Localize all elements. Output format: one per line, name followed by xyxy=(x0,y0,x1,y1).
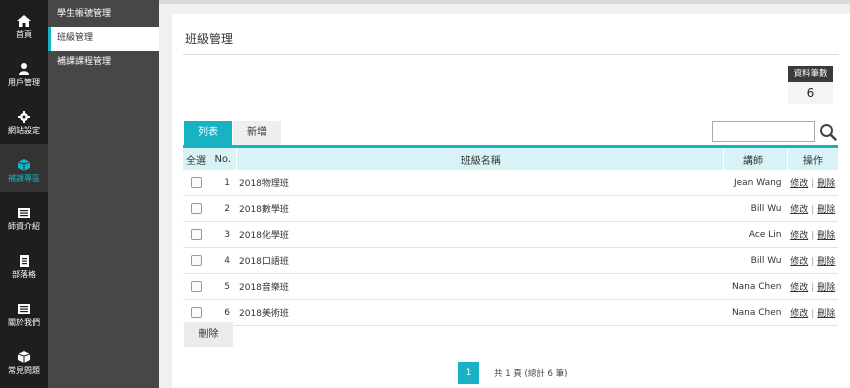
rail-label: 用戶管理 xyxy=(8,78,40,87)
rail-item-makeup[interactable]: 補課專區 xyxy=(0,144,48,192)
rail-label: 補課專區 xyxy=(8,174,40,183)
row-number: 4 xyxy=(209,247,236,274)
delete-link[interactable]: 刪除 xyxy=(817,283,835,293)
rail-item-home[interactable]: 首頁 xyxy=(0,0,48,48)
table-row: 1 2018物理班 Jean Wang 修改 | 刪除 xyxy=(183,170,838,196)
row-checkbox[interactable] xyxy=(190,229,202,240)
class-name: 2018音樂班 xyxy=(236,273,724,300)
user-icon xyxy=(19,63,29,75)
teacher-name: Jean Wang xyxy=(723,170,788,196)
class-name-header: 班級名稱 xyxy=(235,148,724,170)
home-icon xyxy=(17,15,31,27)
delete-link[interactable]: 刪除 xyxy=(817,309,835,319)
row-checkbox[interactable] xyxy=(190,255,202,266)
search-input[interactable] xyxy=(712,121,815,142)
rail-item-blog[interactable]: 部落格 xyxy=(0,240,48,288)
list-icon xyxy=(18,208,30,218)
rail-label: 師資介紹 xyxy=(8,222,40,231)
select-all-header[interactable]: 全選 xyxy=(183,148,209,170)
search-icon[interactable] xyxy=(819,123,837,141)
row-number: 1 xyxy=(209,170,236,196)
edit-link[interactable]: 修改 xyxy=(790,257,808,267)
table-header-row: 全選 No. 班級名稱 講師 操作 xyxy=(183,148,838,170)
delete-link[interactable]: 刪除 xyxy=(817,257,835,267)
edit-link[interactable]: 修改 xyxy=(790,205,808,215)
delete-link[interactable]: 刪除 xyxy=(817,231,835,241)
tab-list[interactable]: 列表 xyxy=(184,121,232,145)
row-checkbox[interactable] xyxy=(190,281,202,292)
rail-label: 關於我們 xyxy=(8,318,40,327)
edit-link[interactable]: 修改 xyxy=(790,179,808,189)
page-info: 共 1 頁 (總計 6 筆) xyxy=(494,369,568,379)
teacher-name: Bill Wu xyxy=(723,247,788,274)
submenu-item-makeup-courses[interactable]: 補課課程管理 xyxy=(48,51,159,75)
cube-icon xyxy=(17,159,31,171)
document-icon xyxy=(20,255,29,267)
teacher-name: Ace Lin xyxy=(723,221,788,248)
list-icon xyxy=(18,304,30,314)
class-name: 2018化學班 xyxy=(236,221,724,248)
delete-link[interactable]: 刪除 xyxy=(817,179,835,189)
teacher-name: Bill Wu xyxy=(723,195,788,222)
action-header: 操作 xyxy=(787,148,838,170)
separator: | xyxy=(811,309,815,319)
rail-item-settings[interactable]: 網站設定 xyxy=(0,96,48,144)
rail-label: 常見問題 xyxy=(8,366,40,375)
row-number: 3 xyxy=(209,221,236,248)
tab-add[interactable]: 新增 xyxy=(233,121,281,145)
class-name: 2018口語班 xyxy=(236,247,724,274)
row-number: 2 xyxy=(209,195,236,222)
teacher-name: Nana Chen xyxy=(723,273,788,300)
separator: | xyxy=(811,257,815,267)
row-number: 5 xyxy=(209,273,236,300)
table-row: 5 2018音樂班 Nana Chen 修改 | 刪除 xyxy=(183,273,838,300)
table-row: 3 2018化學班 Ace Lin 修改 | 刪除 xyxy=(183,221,838,248)
main-panel: 班級管理 資料筆數 6 列表 新增 全選 No. 班級名稱 講師 操作 1 20… xyxy=(172,14,850,388)
class-name: 2018數學班 xyxy=(236,195,724,222)
class-name: 2018美術班 xyxy=(236,299,724,326)
rail-item-users[interactable]: 用戶管理 xyxy=(0,48,48,96)
gear-icon xyxy=(18,111,30,123)
top-strip xyxy=(159,0,850,4)
table-row: 2 2018數學班 Bill Wu 修改 | 刪除 xyxy=(183,195,838,222)
row-checkbox[interactable] xyxy=(190,203,202,214)
record-count-value: 6 xyxy=(788,82,833,104)
icon-rail: 首頁 用戶管理 網站設定 補課專區 師資介紹 部落格 關於我們 常見問題 xyxy=(0,0,48,388)
edit-link[interactable]: 修改 xyxy=(790,231,808,241)
record-count-label: 資料筆數 xyxy=(788,66,833,82)
rail-item-teachers[interactable]: 師資介紹 xyxy=(0,192,48,240)
page-1-button[interactable]: 1 xyxy=(458,362,479,384)
separator: | xyxy=(811,205,815,215)
record-count-box: 資料筆數 6 xyxy=(788,66,833,104)
cube-icon xyxy=(17,351,31,363)
delete-link[interactable]: 刪除 xyxy=(817,205,835,215)
table-row: 6 2018美術班 Nana Chen 修改 | 刪除 xyxy=(183,299,838,326)
row-checkbox[interactable] xyxy=(190,177,202,188)
page-title: 班級管理 xyxy=(185,32,234,46)
table-row: 4 2018口語班 Bill Wu 修改 | 刪除 xyxy=(183,247,838,274)
teacher-header: 講師 xyxy=(723,148,788,170)
class-table: 全選 No. 班級名稱 講師 操作 1 2018物理班 Jean Wang 修改… xyxy=(183,148,838,326)
submenu-item-student-accounts[interactable]: 學生帳號管理 xyxy=(48,3,159,27)
divider xyxy=(183,54,839,55)
separator: | xyxy=(811,231,815,241)
edit-link[interactable]: 修改 xyxy=(790,309,808,319)
delete-button[interactable]: 刪除 xyxy=(184,322,233,347)
sub-menu: 學生帳號管理 班級管理 補課課程管理 xyxy=(48,0,159,388)
class-name: 2018物理班 xyxy=(236,170,724,196)
rail-label: 部落格 xyxy=(12,270,36,279)
no-header: No. xyxy=(209,148,236,170)
teacher-name: Nana Chen xyxy=(723,299,788,326)
rail-item-about[interactable]: 關於我們 xyxy=(0,288,48,336)
rail-item-faq[interactable]: 常見問題 xyxy=(0,336,48,384)
separator: | xyxy=(811,179,815,189)
row-checkbox[interactable] xyxy=(190,307,202,318)
separator: | xyxy=(811,283,815,293)
rail-label: 首頁 xyxy=(16,30,32,39)
submenu-item-class-management[interactable]: 班級管理 xyxy=(48,27,159,51)
edit-link[interactable]: 修改 xyxy=(790,283,808,293)
rail-label: 網站設定 xyxy=(8,126,40,135)
